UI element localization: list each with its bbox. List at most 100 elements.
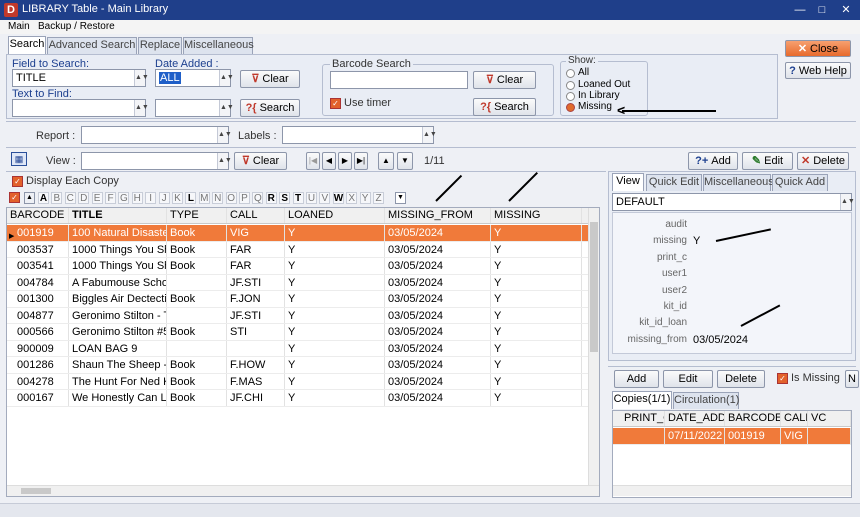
labels-select[interactable]: ▲▼ bbox=[282, 126, 437, 144]
date-added-second-input[interactable]: ▲▼ bbox=[155, 99, 234, 117]
alpha-letter-h[interactable]: H bbox=[131, 192, 143, 204]
table-row[interactable]: 004278The Hunt For Ned Kelly - 1BookF.MA… bbox=[7, 373, 591, 390]
column-header-loaned[interactable]: LOANED bbox=[285, 208, 385, 223]
column-header-missing[interactable]: MISSING bbox=[491, 208, 582, 223]
alpha-letter-k[interactable]: K bbox=[172, 192, 183, 204]
minimize-icon[interactable]: — bbox=[792, 2, 808, 18]
tab-quick-add[interactable]: Quick Add bbox=[772, 174, 828, 191]
menu-main[interactable]: Main bbox=[8, 21, 30, 32]
prev-record-icon[interactable]: ◀ bbox=[322, 152, 336, 170]
alpha-dropdown-icon[interactable]: ▼ bbox=[395, 192, 406, 204]
tab-right-miscellaneous[interactable]: Miscellaneous bbox=[703, 174, 774, 191]
close-button[interactable]: ✕ Close bbox=[785, 40, 851, 57]
alpha-up-icon[interactable]: ▲ bbox=[24, 192, 35, 204]
barcode-clear-button[interactable]: ⊽ Clear bbox=[473, 71, 536, 89]
horizontal-scrollbar[interactable] bbox=[7, 485, 599, 496]
column-header-call[interactable]: CALL bbox=[227, 208, 285, 223]
alpha-letter-v[interactable]: V bbox=[319, 192, 331, 204]
move-up-icon[interactable]: ▲ bbox=[378, 152, 394, 170]
alpha-letter-d[interactable]: D bbox=[78, 192, 90, 204]
alpha-letter-e[interactable]: E bbox=[91, 192, 103, 204]
grid-view-icon[interactable]: ▦ bbox=[11, 152, 27, 166]
table-row[interactable]: 001286Shaun The Sheep - FLock to theBook… bbox=[7, 357, 591, 374]
menu-backup-restore[interactable]: Backup / Restore bbox=[38, 21, 115, 32]
alpha-letter-p[interactable]: P bbox=[239, 192, 250, 204]
view-select[interactable]: ▲▼ bbox=[81, 152, 232, 170]
column-header-barcode[interactable]: BARCODE bbox=[7, 208, 69, 223]
tab-quick-edit[interactable]: Quick Edit bbox=[646, 174, 702, 191]
copies-column-header[interactable]: CALL bbox=[781, 411, 808, 426]
copies-column-header[interactable]: VC bbox=[808, 411, 851, 426]
alpha-letter-r[interactable]: R bbox=[265, 192, 277, 204]
copy-edit-button[interactable]: Edit bbox=[663, 370, 713, 388]
tab-search[interactable]: Search bbox=[8, 36, 46, 54]
field-value-missing-from[interactable]: 03/05/2024 bbox=[693, 334, 748, 346]
column-header-type[interactable]: TYPE bbox=[167, 208, 227, 223]
alpha-letter-g[interactable]: G bbox=[118, 192, 130, 204]
alpha-letter-y[interactable]: Y bbox=[359, 192, 371, 204]
table-row[interactable]: 0035411000 Things You Should Know ABookF… bbox=[7, 258, 591, 275]
table-row[interactable]: 000167We Honestly Can Look After YouBook… bbox=[7, 390, 591, 407]
tab-advanced-search[interactable]: Advanced Search bbox=[47, 37, 137, 54]
move-down-icon[interactable]: ▼ bbox=[397, 152, 413, 170]
next-record-icon[interactable]: ▶ bbox=[338, 152, 352, 170]
alpha-letter-i[interactable]: I bbox=[145, 192, 157, 204]
show-missing-radio[interactable] bbox=[566, 103, 575, 112]
alpha-letter-o[interactable]: O bbox=[225, 192, 237, 204]
show-in-library-radio[interactable] bbox=[566, 92, 575, 101]
tab-view[interactable]: View bbox=[612, 173, 644, 191]
web-help-button[interactable]: ? Web Help bbox=[785, 62, 851, 79]
maximize-icon[interactable]: □ bbox=[814, 2, 830, 18]
field-value-missing[interactable]: Y bbox=[693, 235, 700, 247]
alpha-all-checkbox[interactable]: ✓ bbox=[9, 192, 20, 203]
copies-column-header[interactable]: BARCODE bbox=[725, 411, 781, 426]
last-record-icon[interactable]: ▶| bbox=[354, 152, 368, 170]
table-row[interactable]: 001919100 Natural DisastersBookVIGY03/05… bbox=[7, 225, 591, 242]
tab-replace[interactable]: Replace bbox=[138, 37, 182, 54]
copies-column-header[interactable]: DATE_ADDE bbox=[665, 411, 725, 426]
barcode-input[interactable] bbox=[330, 71, 468, 89]
alpha-letter-q[interactable]: Q bbox=[252, 192, 264, 204]
tab-miscellaneous[interactable]: Miscellaneous bbox=[183, 37, 254, 54]
copies-horizontal-scrollbar[interactable] bbox=[613, 485, 851, 496]
date-added-select[interactable]: ALL ▲▼ bbox=[155, 69, 234, 87]
tab-copies[interactable]: Copies(1/1) bbox=[612, 391, 672, 409]
alpha-letter-t[interactable]: T bbox=[292, 192, 304, 204]
copies-column-header[interactable]: PRINT_C bbox=[621, 411, 665, 426]
alpha-letter-c[interactable]: C bbox=[64, 192, 76, 204]
alpha-letter-s[interactable]: S bbox=[279, 192, 291, 204]
close-window-icon[interactable]: ✕ bbox=[838, 2, 854, 18]
search-button[interactable]: ?{Search bbox=[240, 99, 300, 117]
table-row[interactable]: 900009 LOAN BAG 9 Y 03/05/2024 Y bbox=[7, 340, 591, 357]
delete-record-button[interactable]: ✕ Delete bbox=[797, 152, 849, 170]
show-loaned-out-radio[interactable] bbox=[566, 81, 575, 90]
alpha-letter-w[interactable]: W bbox=[332, 192, 344, 204]
use-timer-checkbox[interactable]: ✓ bbox=[330, 98, 341, 109]
copies-row[interactable]: 07/11/2022 001919 VIG bbox=[613, 428, 851, 445]
vertical-scrollbar[interactable] bbox=[588, 208, 599, 485]
table-row[interactable]: 004877Geronimo Stilton - The Mouse Is JF.… bbox=[7, 307, 591, 324]
alpha-letter-u[interactable]: U bbox=[306, 192, 317, 204]
tab-circulation[interactable]: Circulation(1) bbox=[673, 392, 739, 409]
text-to-find-input[interactable]: ▲▼ bbox=[12, 99, 149, 117]
table-row[interactable]: 000566Geronimo Stilton #53: Rumble inBoo… bbox=[7, 324, 591, 341]
alpha-letter-z[interactable]: Z bbox=[373, 192, 384, 204]
alpha-letter-f[interactable]: F bbox=[105, 192, 116, 204]
clear-button[interactable]: ⊽ Clear bbox=[240, 70, 300, 88]
alpha-letter-b[interactable]: B bbox=[51, 192, 63, 204]
alpha-letter-n[interactable]: N bbox=[212, 192, 224, 204]
table-row[interactable]: 004784A Fabumouse School Adventure JF.STI… bbox=[7, 274, 591, 291]
alpha-letter-m[interactable]: M bbox=[198, 192, 210, 204]
more-button[interactable]: N bbox=[845, 370, 859, 388]
copy-delete-button[interactable]: Delete bbox=[717, 370, 765, 388]
column-header-title[interactable]: TITLE bbox=[69, 208, 167, 223]
field-to-search-select[interactable]: TITLE ▲▼ bbox=[12, 69, 149, 87]
table-row[interactable]: 0035371000 Things You Should Know ABookF… bbox=[7, 241, 591, 258]
table-row[interactable]: 001300Biggles Air DectectiveBookF.JONY03… bbox=[7, 291, 591, 308]
default-view-select[interactable]: DEFAULT ▲▼ bbox=[612, 193, 855, 211]
show-all-radio[interactable] bbox=[566, 69, 575, 78]
alpha-letter-l[interactable]: L bbox=[185, 192, 197, 204]
alpha-letter-a[interactable]: A bbox=[38, 192, 49, 204]
edit-record-button[interactable]: ✎ Edit bbox=[742, 152, 793, 170]
copy-add-button[interactable]: Add bbox=[614, 370, 659, 388]
